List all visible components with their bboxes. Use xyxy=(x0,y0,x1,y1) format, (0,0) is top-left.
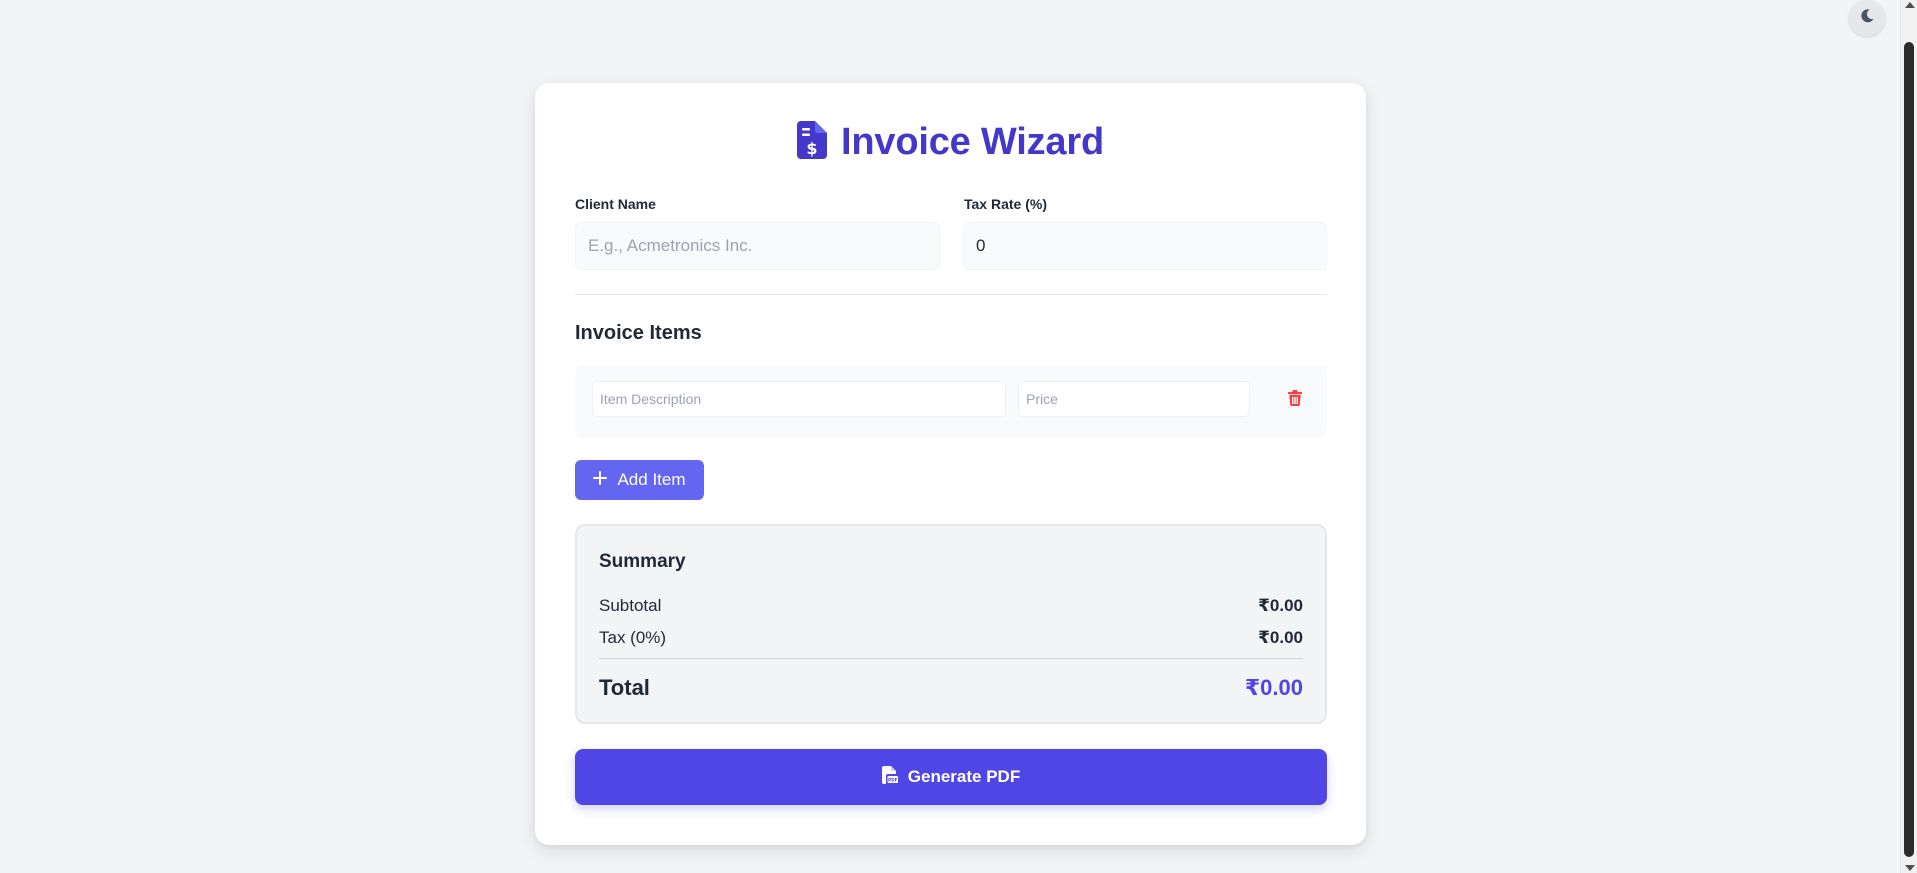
item-price-input[interactable] xyxy=(1018,381,1250,417)
file-invoice-dollar-icon: $ xyxy=(797,121,828,164)
moon-icon xyxy=(1859,8,1875,29)
scroll-up-arrow-icon[interactable] xyxy=(1905,2,1915,8)
summary-title: Summary xyxy=(599,551,686,572)
subtotal-row: Subtotal ₹0.00 xyxy=(599,596,1303,616)
total-label: Total xyxy=(599,675,650,700)
subtotal-label: Subtotal xyxy=(599,596,662,615)
total-value: ₹0.00 xyxy=(1244,675,1303,700)
invoice-items-heading: Invoice Items xyxy=(575,322,702,344)
generate-pdf-label: Generate PDF xyxy=(907,767,1021,786)
section-divider xyxy=(575,294,1327,295)
summary-divider xyxy=(599,658,1303,659)
add-item-button[interactable]: Add Item xyxy=(575,460,704,500)
scroll-thumb[interactable] xyxy=(1904,42,1914,857)
tax-value: ₹0.00 xyxy=(1258,628,1303,647)
add-item-label: Add Item xyxy=(617,470,686,489)
generate-pdf-button[interactable]: PDF Generate PDF xyxy=(575,749,1327,805)
total-row: Total ₹0.00 xyxy=(599,675,1303,701)
svg-text:$: $ xyxy=(806,139,817,158)
theme-toggle-button[interactable] xyxy=(1849,0,1885,36)
summary-panel: Summary Subtotal ₹0.00 Tax (0%) ₹0.00 To… xyxy=(575,524,1327,724)
subtotal-value: ₹0.00 xyxy=(1258,596,1303,615)
svg-text:PDF: PDF xyxy=(888,777,898,782)
invoice-item-row xyxy=(575,365,1327,438)
tax-rate-label: Tax Rate (%) xyxy=(964,196,1047,212)
item-description-input[interactable] xyxy=(592,381,1006,417)
file-pdf-icon: PDF xyxy=(881,765,898,789)
page-header: $ Invoice Wizard xyxy=(535,121,1366,164)
page-title: Invoice Wizard xyxy=(841,121,1104,163)
trash-icon xyxy=(1288,389,1302,411)
tax-row: Tax (0%) ₹0.00 xyxy=(599,628,1303,648)
plus-icon xyxy=(593,470,608,490)
invoice-card: $ Invoice Wizard Client Name Tax Rate (%… xyxy=(535,83,1366,845)
scroll-down-arrow-icon[interactable] xyxy=(1905,865,1915,871)
client-name-input[interactable] xyxy=(575,222,940,270)
client-name-label: Client Name xyxy=(575,196,656,212)
tax-label: Tax (0%) xyxy=(599,628,667,647)
delete-item-button[interactable] xyxy=(1284,389,1306,411)
tax-rate-input[interactable] xyxy=(963,222,1327,270)
page-scrollbar[interactable] xyxy=(1900,0,1917,873)
